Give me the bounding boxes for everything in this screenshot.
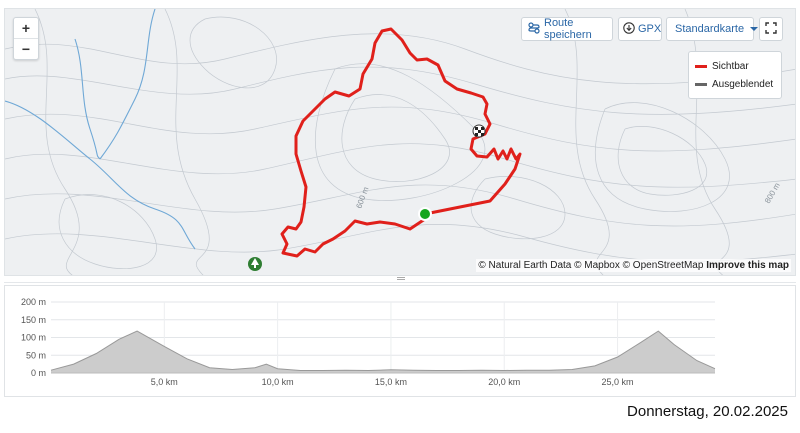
improve-map-link[interactable]: Improve this map bbox=[706, 260, 789, 271]
zoom-in-button[interactable]: + bbox=[14, 18, 38, 38]
gpx-label: GPX bbox=[638, 23, 662, 35]
date-label: Donnerstag, 20.02.2025 bbox=[627, 403, 788, 420]
fullscreen-button[interactable] bbox=[759, 17, 783, 41]
x-tick-label: 5,0 km bbox=[151, 377, 178, 387]
download-icon bbox=[623, 21, 635, 37]
y-tick-label: 200 m bbox=[21, 297, 46, 307]
start-marker[interactable] bbox=[418, 207, 432, 221]
x-tick-label: 25,0 km bbox=[602, 377, 634, 387]
drag-handle-icon[interactable] bbox=[397, 277, 405, 278]
legend-item-hidden[interactable]: Ausgeblendet bbox=[695, 79, 773, 90]
tree-poi-icon[interactable] bbox=[248, 257, 262, 271]
legend-label: Sichtbar bbox=[712, 61, 749, 72]
zoom-out-button[interactable]: − bbox=[14, 38, 38, 59]
contour-label: 600 m bbox=[354, 185, 370, 209]
y-tick-label: 100 m bbox=[21, 333, 46, 343]
panel-splitter[interactable] bbox=[4, 276, 796, 283]
route-icon bbox=[528, 21, 540, 37]
contour-lines bbox=[5, 9, 795, 275]
map-style-label: Standardkarte bbox=[675, 23, 745, 35]
x-tick-label: 20,0 km bbox=[488, 377, 520, 387]
contour-label: 800 m bbox=[763, 181, 782, 205]
elevation-chart: 0 m 50 m 100 m 150 m 200 m 5,0 km 10,0 km 15,0 … bbox=[4, 285, 796, 397]
route-legend: Sichtbar Ausgeblendet bbox=[688, 51, 782, 99]
legend-swatch bbox=[695, 65, 707, 68]
zoom-control: + − bbox=[13, 17, 39, 60]
gpx-download-button[interactable]: GPX bbox=[618, 17, 662, 41]
legend-label: Ausgeblendet bbox=[712, 79, 774, 90]
y-tick-label: 0 m bbox=[31, 368, 46, 378]
y-tick-label: 150 m bbox=[21, 315, 46, 325]
map-style-dropdown[interactable]: Standardkarte bbox=[666, 17, 759, 41]
elevation-chart-svg[interactable]: 0 m 50 m 100 m 150 m 200 m 5,0 km 10,0 km 15,0 … bbox=[5, 286, 795, 396]
route-line[interactable] bbox=[280, 27, 522, 258]
map-basemap[interactable]: 600 m 800 m bbox=[5, 9, 796, 276]
finish-flag-icon[interactable] bbox=[472, 124, 486, 138]
legend-swatch bbox=[695, 83, 707, 86]
attribution-text: © Natural Earth Data © Mapbox © OpenStre… bbox=[478, 260, 704, 271]
map-attribution: © Natural Earth Data © Mapbox © OpenStre… bbox=[476, 259, 791, 272]
save-route-button[interactable]: Route speichern bbox=[521, 17, 613, 41]
x-tick-label: 15,0 km bbox=[375, 377, 407, 387]
legend-item-visible[interactable]: Sichtbar bbox=[695, 61, 749, 72]
caret-down-icon bbox=[750, 23, 759, 35]
save-route-label: Route speichern bbox=[544, 17, 592, 41]
y-tick-label: 50 m bbox=[26, 350, 46, 360]
x-tick-label: 10,0 km bbox=[262, 377, 294, 387]
map-view[interactable]: 600 m 800 m + − Route speichern GPX Stan… bbox=[4, 8, 796, 276]
fullscreen-icon bbox=[765, 21, 777, 37]
